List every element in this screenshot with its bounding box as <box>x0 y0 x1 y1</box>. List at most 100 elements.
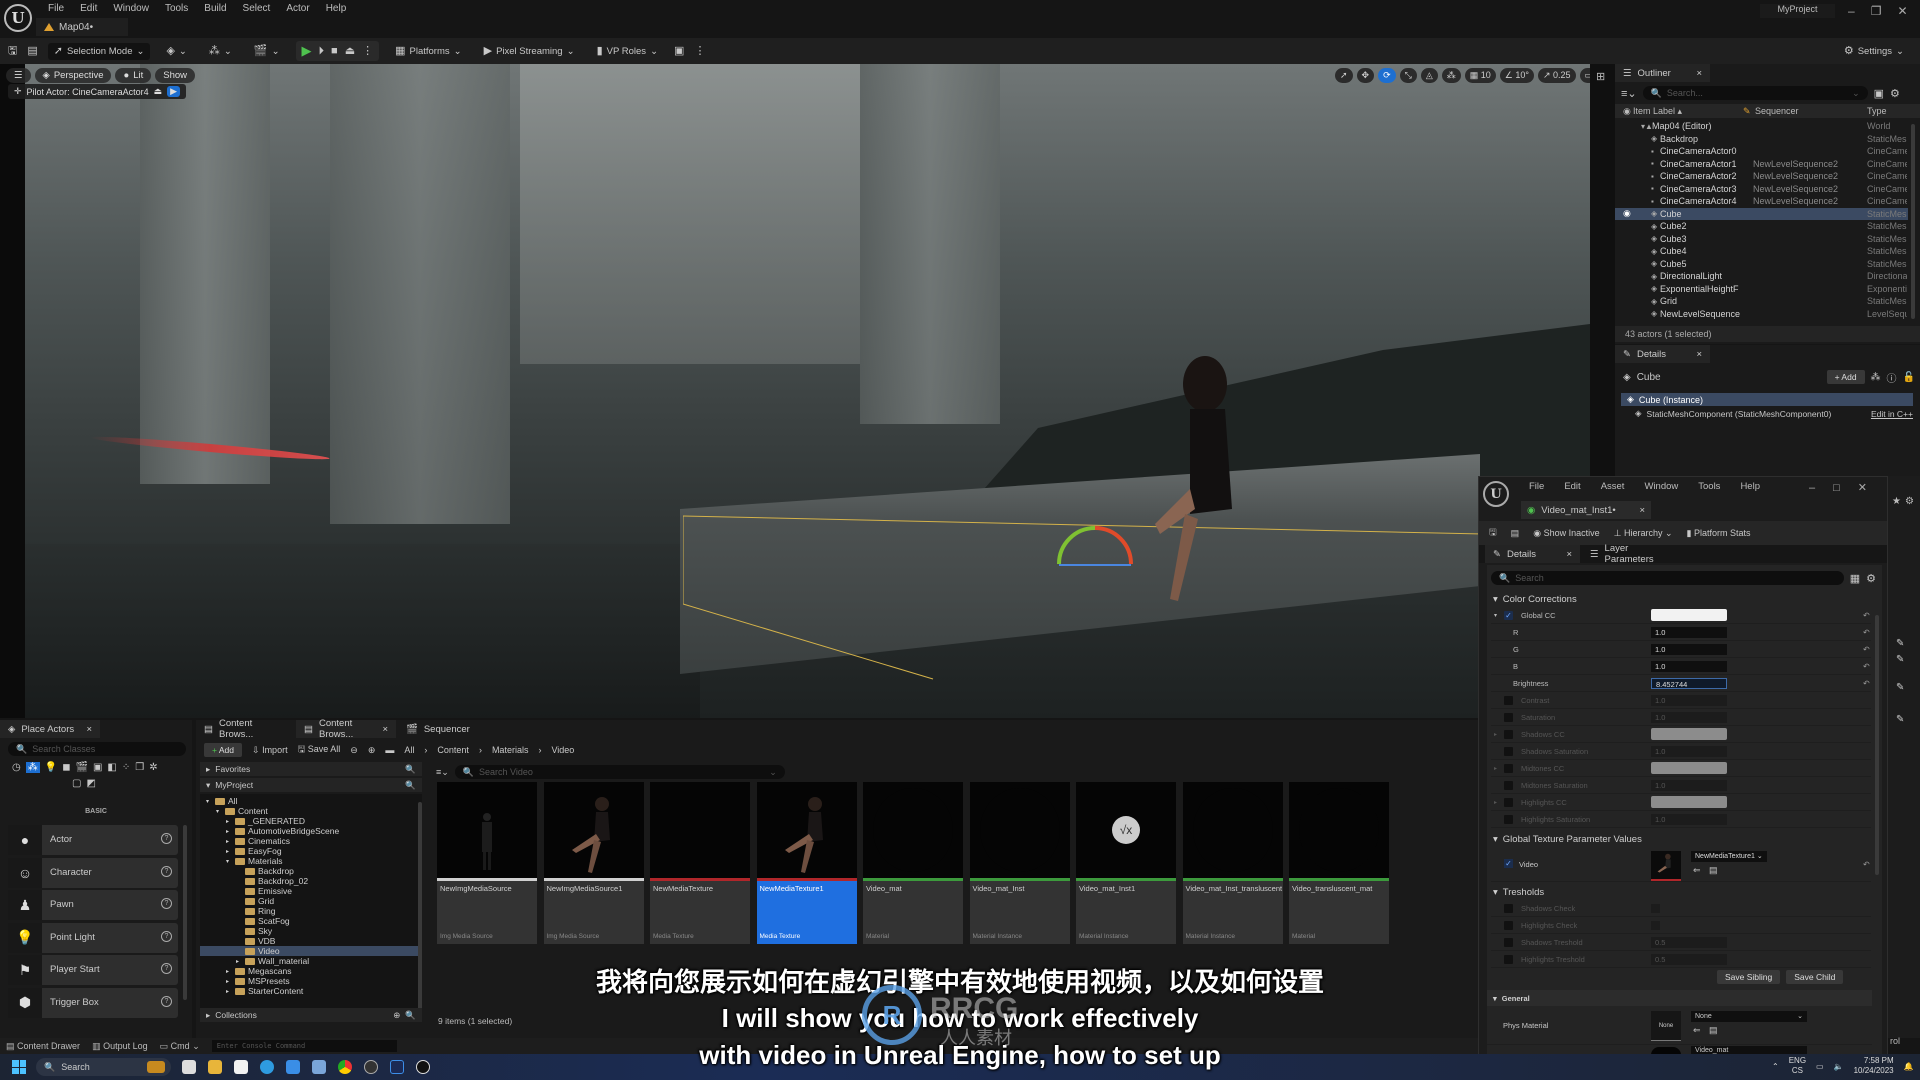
menu-file[interactable]: File <box>40 2 72 16</box>
color-swatch[interactable] <box>1651 762 1727 774</box>
expand-arrow-icon[interactable]: ▸ <box>226 828 232 835</box>
import-button[interactable]: ⇩ Import <box>252 745 288 756</box>
help-icon[interactable]: ? <box>161 865 172 877</box>
expand-arrow-icon[interactable] <box>236 898 242 904</box>
outliner-row[interactable]: ◈ DirectionalLight Directional <box>1615 270 1908 283</box>
perspective-button[interactable]: ◈ Perspective <box>34 68 112 83</box>
scale-tool-icon[interactable]: ⤡ <box>1399 68 1417 83</box>
expand-arrow-icon[interactable]: ▸ <box>226 818 232 825</box>
material-search-input[interactable]: 🔍 Search <box>1491 571 1844 585</box>
content-browse-icon[interactable]: ▤ <box>27 45 37 57</box>
outliner-tab[interactable]: ☰ Outliner × <box>1615 64 1710 82</box>
blueprint-button[interactable]: ⁂ ⌄ <box>203 43 238 60</box>
property-checkbox[interactable] <box>1504 814 1513 824</box>
outliner-scrollbar[interactable] <box>1911 124 1915 319</box>
menu-select[interactable]: Select <box>235 2 279 16</box>
stop-icon[interactable]: ■ <box>331 45 338 57</box>
property-checkbox[interactable] <box>1504 903 1513 913</box>
settings-dropdown[interactable]: ⚙ Settings ⌄ <box>1838 43 1910 60</box>
property-value-input[interactable]: 1.0 <box>1651 779 1727 791</box>
box-icon[interactable]: ◩ <box>86 778 95 789</box>
minimize-icon[interactable]: – <box>1809 482 1815 494</box>
outliner-row[interactable]: ◈Grid StaticMesh <box>1615 295 1908 308</box>
add-button[interactable]: + Add <box>204 743 242 757</box>
move-tool-icon[interactable]: ✥ <box>1356 68 1375 83</box>
color-swatch[interactable] <box>1651 728 1727 740</box>
tab-details[interactable]: ✎ Details × <box>1485 545 1580 563</box>
layout-icon[interactable]: ⊞ <box>1596 70 1605 83</box>
browse-icon[interactable]: ▤ <box>1709 865 1718 876</box>
expand-arrow-icon[interactable] <box>236 878 242 884</box>
expand-arrow-icon[interactable]: ▸ <box>1494 765 1497 772</box>
outliner-search-input[interactable]: 🔍 Search... ⌄ <box>1642 86 1868 100</box>
property-value-input[interactable]: 1.0 <box>1651 813 1727 825</box>
outliner-row[interactable]: ▪ CineCameraActor3 NewLevelSequence2 CineCa… <box>1615 183 1908 196</box>
reset-icon[interactable]: ↶ <box>1863 645 1870 654</box>
close-icon[interactable]: × <box>382 724 388 735</box>
pixel-streaming-dropdown[interactable]: ▶ Pixel Streaming ⌄ <box>478 43 581 60</box>
folder-item[interactable]: VDB <box>236 936 275 946</box>
reset-icon[interactable]: ↶ <box>1863 628 1870 637</box>
gizmo-red-arc[interactable] <box>1094 526 1133 565</box>
visual-effects-icon[interactable]: ▣ <box>93 762 102 773</box>
menu-edit[interactable]: Edit <box>72 2 105 16</box>
close-icon[interactable]: × <box>1696 349 1702 360</box>
surface-snap-icon[interactable]: ⁂ <box>1441 68 1461 83</box>
property-value-input[interactable]: 1.0 <box>1651 745 1727 757</box>
expand-arrow-icon[interactable] <box>236 948 242 954</box>
add-folder-icon[interactable]: ▣ <box>1874 87 1884 100</box>
property-checkbox[interactable] <box>1504 937 1513 947</box>
settings-icon[interactable]: ✲ <box>149 762 157 773</box>
folder-item[interactable]: Sky <box>236 926 272 936</box>
play-icon[interactable]: ▶ <box>302 43 312 59</box>
material-scrollbar[interactable] <box>1875 615 1879 875</box>
folder-item[interactable]: ScatFog <box>236 916 290 926</box>
outliner-row[interactable]: ▪ CineCameraActor1 NewLevelSequence2 CineCa… <box>1615 158 1908 171</box>
outliner-row[interactable]: ◈ ◉ Cube StaticMesh <box>1615 207 1908 220</box>
tab-content-browser-2[interactable]: ▤ Content Brows... × <box>296 718 396 740</box>
favorites-section[interactable]: ▸ Favorites 🔍 <box>200 762 422 776</box>
folder-item[interactable]: Ring <box>236 906 275 916</box>
lock-icon[interactable]: 🔓 <box>1903 372 1915 383</box>
asset-tile[interactable]: NewMediaTexture1 Media Texture <box>756 782 857 944</box>
outliner-row[interactable]: ▪ CineCameraActor0 CineCamera <box>1615 145 1908 158</box>
viewport-menu-button[interactable]: ☰ <box>6 68 31 83</box>
eject-icon[interactable]: ⏏ <box>345 45 355 57</box>
select-tool-icon[interactable]: ➚ <box>1335 68 1353 83</box>
actor-item[interactable]: ☺ Character? <box>8 857 178 888</box>
property-value-input[interactable]: 1.0 <box>1651 711 1727 723</box>
close-icon[interactable]: ✕ <box>1858 481 1867 494</box>
maximize-icon[interactable]: □ <box>1833 482 1840 494</box>
menu-build[interactable]: Build <box>196 2 234 16</box>
save-icon[interactable]: 🖫 <box>1489 525 1497 541</box>
menu-actor[interactable]: Actor <box>278 2 317 16</box>
eject-pilot-icon[interactable]: ⏏ <box>154 86 163 97</box>
property-checkbox[interactable] <box>1504 763 1513 773</box>
breadcrumb-all[interactable]: All <box>404 745 414 755</box>
property-checkbox[interactable] <box>1504 920 1513 930</box>
use-selected-icon[interactable]: ⇐ <box>1693 865 1701 876</box>
platforms-dropdown[interactable]: ▦ Platforms ⌄ <box>389 43 468 60</box>
property-checkbox[interactable] <box>1504 695 1513 705</box>
gear-icon[interactable]: ⚙ <box>1905 496 1914 507</box>
folder-item[interactable]: ▾ Materials <box>226 856 282 866</box>
color-swatch[interactable] <box>1651 609 1727 621</box>
asset-tile[interactable]: Video_mat Material <box>863 782 963 944</box>
show-inactive-button[interactable]: ◉ Show Inactive <box>1533 528 1599 539</box>
asset-tile[interactable]: Video_transluscent_mat Material <box>1289 782 1389 944</box>
help-icon[interactable]: ? <box>161 898 172 909</box>
level-viewport[interactable] <box>0 64 1590 718</box>
expand-arrow-icon[interactable]: ▾ <box>216 808 222 815</box>
close-icon[interactable]: × <box>86 724 92 735</box>
asset-tile[interactable]: √x Video_mat_Inst1 Material Instance <box>1076 782 1176 944</box>
asset-tile[interactable]: NewMediaTexture Media Texture <box>650 782 750 944</box>
geometry-icon[interactable]: ◧ <box>107 762 116 773</box>
back-icon[interactable]: ⊖ <box>350 745 358 756</box>
selection-mode-dropdown[interactable]: ➚ Selection Mode ⌄ <box>47 42 151 60</box>
star-icon[interactable]: ★ <box>1892 496 1901 507</box>
expand-arrow-icon[interactable] <box>236 928 242 934</box>
folder-item[interactable]: ▸ AutomotiveBridgeScene <box>226 826 339 836</box>
tab-layer-parameters[interactable]: ☰ Layer Parameters <box>1582 543 1682 565</box>
folder-item[interactable]: ▸ EasyFog <box>226 846 282 856</box>
property-value-input[interactable]: 0.5 <box>1651 936 1727 948</box>
